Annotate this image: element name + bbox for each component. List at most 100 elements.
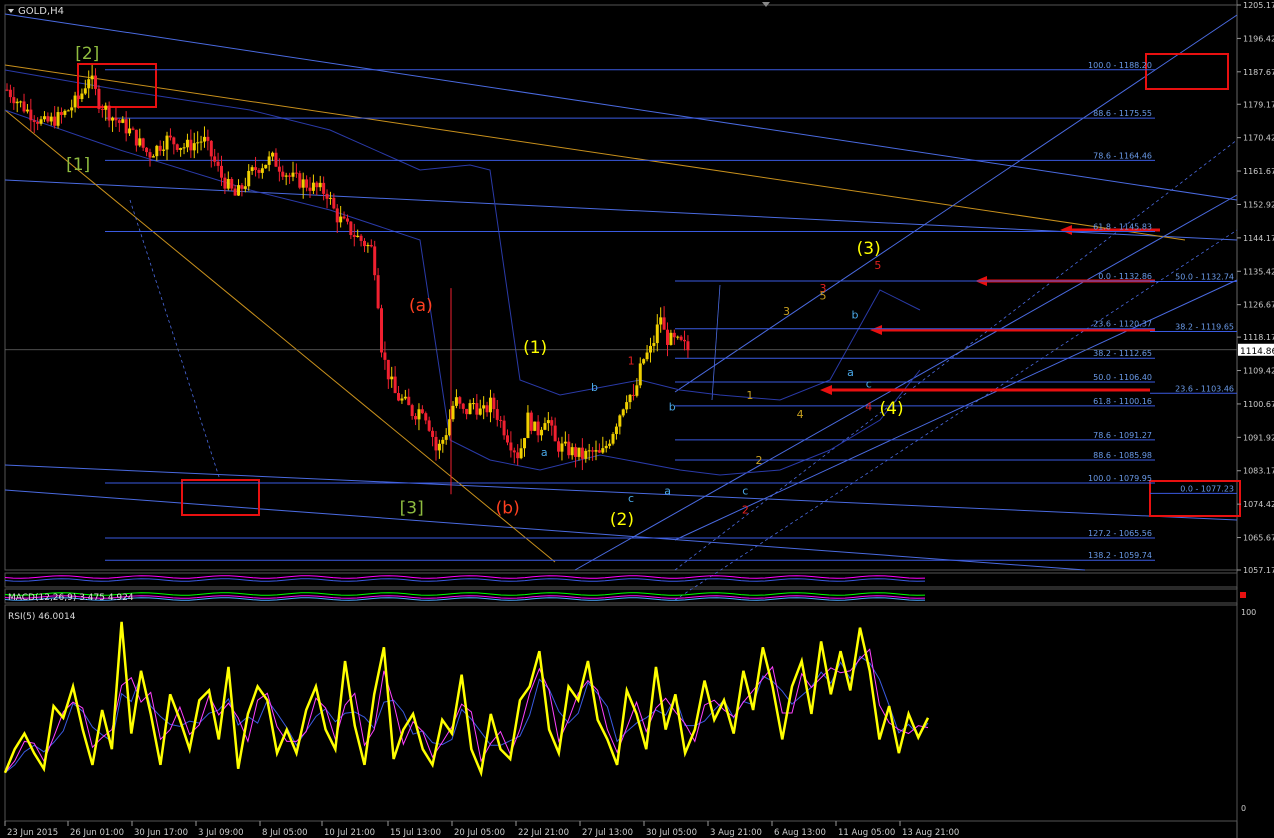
wave-label: (3) (857, 239, 881, 259)
price-tick-label: 1135.42 (1243, 267, 1274, 276)
fib-level-label: 78.6 - 1164.46 (1093, 151, 1152, 160)
candle-body (475, 403, 479, 415)
subwindow-indicators (4, 575, 1246, 601)
candle-body (676, 336, 680, 338)
candle-body (39, 119, 43, 124)
candle-body (206, 136, 210, 141)
candle-body (608, 443, 612, 446)
candle-body (414, 416, 418, 420)
candle-body (233, 188, 237, 196)
candle-body (345, 218, 349, 222)
candle-body (628, 394, 632, 403)
candle-body (352, 235, 356, 237)
candle-body (519, 448, 523, 459)
candle-body (223, 177, 227, 189)
indicator-line (4, 597, 926, 601)
wave-label: a (541, 446, 548, 459)
candle-body (66, 110, 70, 112)
candle-body (15, 101, 19, 104)
time-tick-label: 13 Aug 21:00 (902, 828, 959, 838)
wave-label: b (591, 381, 598, 394)
wave-label: c (628, 492, 634, 505)
wave-label: [2] (75, 44, 99, 64)
candle-body (611, 433, 615, 444)
time-tick-label: 3 Jul 09:00 (198, 828, 244, 838)
candle-body (202, 136, 206, 142)
candle-body (5, 89, 9, 91)
candle-body (288, 175, 292, 177)
indicator-line (4, 575, 926, 579)
candle-body (393, 376, 397, 394)
candle-body (291, 172, 295, 177)
candle-body (284, 175, 288, 177)
candle-body (311, 182, 315, 191)
price-tick-label: 1187.67 (1243, 68, 1274, 77)
candle-body (274, 152, 278, 167)
candle-body (679, 336, 683, 340)
candle-body (417, 409, 421, 420)
wave-label: c (742, 484, 748, 497)
candle-body (151, 156, 155, 158)
time-tick-label: 23 Jun 2015 (7, 828, 58, 838)
candle-body (380, 308, 384, 353)
candle-body (315, 182, 319, 188)
candle-body (46, 116, 50, 122)
time-tick-label: 6 Aug 13:00 (774, 828, 826, 838)
candle-body (90, 75, 94, 80)
candle-body (182, 147, 186, 149)
wave-label: 2 (756, 454, 763, 467)
candle-body (492, 397, 496, 410)
candle-body (523, 438, 527, 449)
wave-label: a (847, 366, 854, 379)
rsi-tick-label: 0 (1241, 804, 1246, 813)
candle-body (332, 197, 336, 209)
candle-body (155, 145, 159, 157)
candle-body (87, 79, 91, 89)
rsi-label: RSI(5) 46.0014 (8, 612, 76, 622)
symbol-dropdown-icon[interactable] (8, 9, 14, 13)
candle-body (80, 93, 84, 100)
candle-body (257, 169, 261, 173)
candle-body (614, 426, 618, 434)
candle-body (179, 147, 183, 150)
candle-body (165, 135, 169, 150)
candle-body (441, 439, 445, 444)
candle-body (591, 450, 595, 452)
candle-body (141, 138, 145, 148)
price-tick-label: 1100.67 (1243, 400, 1274, 409)
candle-body (431, 430, 435, 437)
wave-label: [3] (400, 498, 424, 518)
candle-body (420, 409, 424, 414)
candle-body (267, 156, 271, 165)
candle-body (189, 139, 193, 151)
candle-body (580, 447, 584, 459)
wave-label: 5 (874, 259, 881, 272)
trend-line (4, 489, 1086, 571)
price-tick-label: 1118.17 (1243, 333, 1274, 342)
candle-body (22, 101, 26, 112)
candle-body (121, 119, 125, 123)
candle-body (209, 140, 213, 157)
candle-body (574, 447, 578, 457)
candle-body (659, 317, 663, 325)
candle-body (648, 345, 652, 353)
fib-level-label: 0.0 - 1132.86 (1098, 272, 1152, 281)
price-tick-label: 1074.42 (1243, 500, 1274, 509)
channel-dashed-line (674, 139, 1238, 571)
candle-body (655, 324, 659, 344)
candle-body (635, 385, 639, 396)
candle-body (669, 332, 673, 345)
time-tick-label: 3 Aug 21:00 (710, 828, 762, 838)
candle-body (594, 450, 598, 452)
wave-label: 4 (797, 408, 804, 421)
candle-body (563, 441, 567, 444)
time-tick-label: 26 Jun 01:00 (70, 828, 124, 838)
highlight-box (181, 479, 260, 516)
candle-body (468, 403, 472, 415)
candle-body (373, 246, 377, 276)
candle-body (128, 128, 132, 134)
wave-label: (1) (523, 338, 547, 358)
candle-body (158, 145, 162, 151)
subwindow1-label: MACD(12,26,9) 3.475 4.924 (8, 593, 134, 603)
candle-body (117, 120, 121, 123)
